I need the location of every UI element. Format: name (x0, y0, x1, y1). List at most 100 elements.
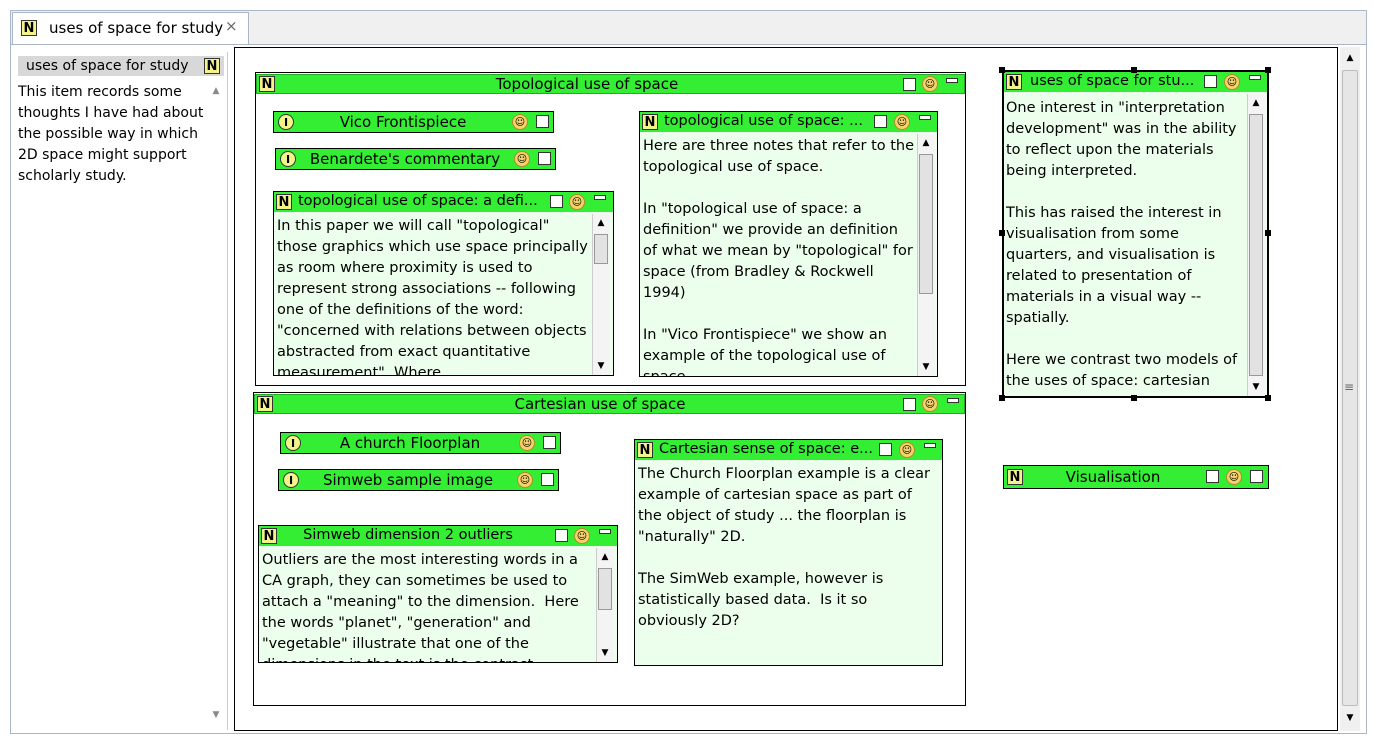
emblem-icon[interactable]: ☺ (574, 528, 590, 544)
emblem-icon[interactable]: ☺ (1224, 74, 1240, 90)
scroll-thumb[interactable] (1249, 114, 1263, 376)
note-header[interactable]: N Cartesian sense of space: e... ☺ (635, 440, 942, 460)
minimize-icon[interactable] (919, 115, 931, 120)
emblem-icon[interactable]: ☺ (512, 114, 528, 130)
note-scrollbar[interactable]: ▲ ▼ (592, 214, 610, 375)
note-header[interactable]: N uses of space for stu... ☺ (1004, 72, 1267, 92)
note-simweb-outliers[interactable]: N Simweb dimension 2 outliers ☺ Outliers… (258, 525, 618, 663)
view-icon[interactable] (541, 473, 554, 486)
note-cartesian-sense[interactable]: N Cartesian sense of space: e... ☺ The C… (634, 439, 943, 666)
selection-handle[interactable] (999, 395, 1005, 401)
scroll-up-icon[interactable]: ▲ (208, 84, 224, 98)
scroll-down-icon[interactable]: ▼ (1248, 380, 1264, 394)
side-panel-text[interactable]: This item records some thoughts I have h… (18, 82, 208, 187)
note-title: topological use of space: ... (664, 113, 863, 129)
item-vico-frontispiece[interactable]: I Vico Frontispiece ☺ (273, 111, 554, 133)
item-benardete-commentary[interactable]: I Benardete's commentary ☺ (275, 148, 556, 170)
side-panel-title: uses of space for study (26, 58, 189, 74)
note-scrollbar[interactable]: ▲ ▼ (917, 134, 935, 376)
minimize-icon[interactable] (946, 78, 958, 83)
tab-uses-of-space[interactable]: N uses of space for study × (12, 12, 249, 44)
note-scrollbar[interactable]: ▲ ▼ (1247, 94, 1265, 396)
view-icon[interactable] (1204, 75, 1217, 88)
minimize-icon[interactable] (924, 443, 936, 448)
selection-handle[interactable] (1265, 395, 1271, 401)
note-topological-use[interactable]: N topological use of space: ... ☺ Here a… (639, 111, 938, 377)
topological-title: Topological use of space (495, 75, 679, 93)
item-title: Vico Frontispiece (339, 113, 467, 131)
item-icon: I (280, 151, 296, 167)
scroll-down-icon[interactable]: ▼ (1342, 711, 1358, 725)
minimize-icon[interactable] (594, 195, 606, 200)
scroll-up-icon[interactable]: ▲ (918, 136, 934, 150)
view-icon[interactable] (543, 436, 556, 449)
selection-handle[interactable] (1265, 67, 1271, 73)
minimize-icon[interactable] (599, 529, 611, 534)
scroll-up-icon[interactable]: ▲ (1248, 96, 1264, 110)
item-simweb-sample-image[interactable]: I Simweb sample image ☺ (278, 469, 559, 491)
scroll-down-icon[interactable]: ▼ (597, 646, 613, 660)
selection-handle[interactable] (1131, 67, 1137, 73)
scroll-up-icon[interactable]: ▲ (597, 550, 613, 564)
emblem-icon[interactable]: ☺ (517, 472, 533, 488)
side-panel-scrollbar[interactable]: ▲ ▼ (208, 82, 226, 726)
note-body[interactable]: Outliers are the most interesting words … (262, 550, 592, 662)
view-icon[interactable] (1206, 470, 1219, 483)
scroll-down-icon[interactable]: ▼ (918, 360, 934, 374)
scroll-thumb[interactable] (598, 568, 612, 610)
emblem-icon[interactable]: ☺ (899, 442, 915, 458)
view-list-icon[interactable] (903, 78, 916, 91)
emblem-icon[interactable]: ☺ (922, 396, 938, 412)
note-body[interactable]: The Church Floorplan example is a clear … (638, 464, 940, 664)
view-icon[interactable] (555, 529, 568, 542)
item-icon: I (285, 435, 301, 451)
selection-handle[interactable] (1265, 230, 1271, 236)
note-title: Simweb dimension 2 outliers (303, 527, 513, 543)
cartesian-header[interactable]: N Cartesian use of space ☺ (254, 394, 965, 414)
item-church-floorplan[interactable]: I A church Floorplan ☺ (280, 432, 561, 454)
cartesian-title: Cartesian use of space (514, 395, 686, 413)
scroll-thumb[interactable] (594, 234, 608, 264)
emblem-icon[interactable]: ☺ (519, 435, 535, 451)
scroll-down-icon[interactable]: ▼ (593, 359, 609, 373)
view-icon[interactable] (1250, 470, 1263, 483)
topological-header[interactable]: N Topological use of space ☺ (256, 74, 965, 94)
emblem-icon[interactable]: ☺ (922, 76, 938, 92)
view-icon[interactable] (536, 115, 549, 128)
note-icon: N (1007, 469, 1023, 485)
note-body[interactable]: In this paper we will call "topological"… (277, 216, 589, 375)
view-icon[interactable] (874, 115, 887, 128)
note-visualisation[interactable]: N Visualisation ☺ (1003, 465, 1269, 489)
view-icon[interactable] (538, 152, 551, 165)
note-body[interactable]: Here are three notes that refer to the t… (643, 136, 915, 376)
emblem-icon[interactable]: ☺ (514, 151, 530, 167)
emblem-icon[interactable]: ☺ (1226, 469, 1242, 485)
scroll-thumb[interactable] (919, 154, 933, 294)
item-icon: I (283, 472, 299, 488)
note-uses-of-space[interactable]: N uses of space for stu... ☺ One interes… (1002, 70, 1269, 398)
selection-handle[interactable] (999, 67, 1005, 73)
scroll-down-icon[interactable]: ▼ (208, 708, 224, 722)
note-scrollbar[interactable]: ▲ ▼ (596, 548, 614, 662)
note-header[interactable]: N Simweb dimension 2 outliers ☺ (259, 526, 617, 546)
scroll-up-icon[interactable]: ▲ (1342, 51, 1358, 65)
selection-handle[interactable] (1131, 395, 1137, 401)
note-header[interactable]: N topological use of space: a defi... ☺ (274, 192, 613, 212)
minimize-icon[interactable] (947, 398, 959, 403)
view-icon[interactable] (550, 195, 563, 208)
item-icon: I (278, 114, 294, 130)
view-icon[interactable] (879, 443, 892, 456)
emblem-icon[interactable]: ☺ (894, 114, 910, 130)
selection-handle[interactable] (999, 230, 1005, 236)
note-topological-definition[interactable]: N topological use of space: a defi... ☺ … (273, 191, 614, 376)
note-icon: N (637, 442, 653, 458)
close-icon[interactable]: × (225, 17, 238, 35)
scroll-up-icon[interactable]: ▲ (593, 216, 609, 230)
item-title: Simweb sample image (322, 471, 494, 489)
note-icon: N (204, 58, 220, 74)
view-list-icon[interactable] (903, 398, 916, 411)
emblem-icon[interactable]: ☺ (569, 194, 585, 210)
minimize-icon[interactable] (1249, 75, 1261, 80)
note-body[interactable]: One interest in "interpretation developm… (1006, 98, 1246, 394)
note-header[interactable]: N topological use of space: ... ☺ (640, 112, 937, 132)
